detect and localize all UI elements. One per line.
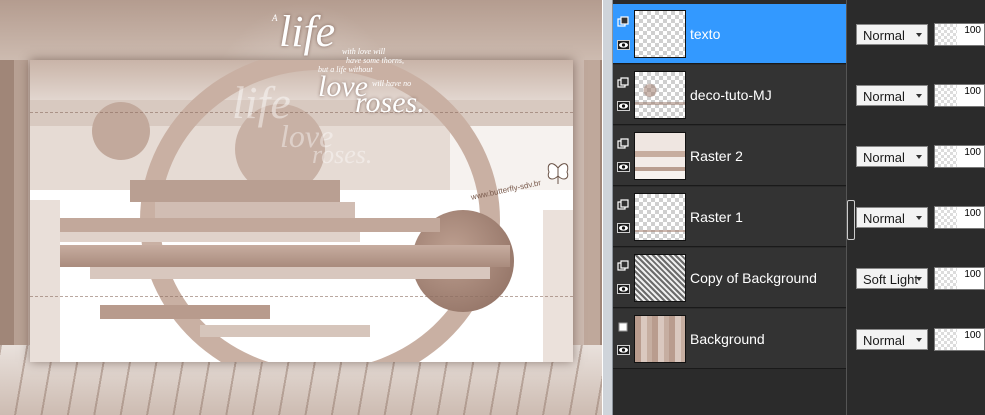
watermark-thorns: have some thorns, [346,56,404,65]
raster-layer-icon [617,260,629,271]
opacity-slider[interactable]: 100 [934,206,985,229]
layer-row[interactable]: Copy of Background [613,248,846,308]
blend-mode-dropdown[interactable]: Normal [856,146,928,167]
opacity-value: 100 [964,330,981,341]
opacity-slider[interactable]: 100 [934,23,985,46]
dotted-line [30,112,573,113]
opacity-value: 100 [964,208,981,219]
raster-layer-icon [617,77,629,88]
opacity-value: 100 [964,269,981,280]
eye-icon[interactable] [617,345,630,355]
layer-name: Raster 1 [690,209,743,225]
stripe [30,200,60,362]
blend-mode-dropdown[interactable]: Soft Light [856,268,928,289]
blend-mode-value: Normal [863,211,905,226]
thumbnail-content [635,133,685,179]
blend-mode-value: Soft Light [863,272,918,287]
layer-row[interactable]: texto [613,4,846,64]
layer-thumbnail[interactable] [634,10,686,58]
layer-thumbnail[interactable] [634,254,686,302]
blend-mode-value: Normal [863,333,905,348]
eye-icon[interactable] [617,284,630,294]
raster-layer-icon [617,16,629,27]
background-layer-icon [618,322,628,332]
watermark-a: A [272,13,278,23]
blend-mode-dropdown[interactable]: Normal [856,329,928,350]
raster-layer-icon [617,138,629,149]
layer-name: texto [690,26,721,42]
stripe [543,210,573,362]
blend-mode-value: Normal [863,150,905,165]
opacity-slider[interactable]: 100 [934,145,985,168]
layers-panel: texto deco-tuto-MJ Raster 2 Raster 1 Copy of… [613,0,985,415]
blend-mode-value: Normal [863,28,905,43]
eye-icon[interactable] [617,40,630,50]
thumbnail-content [635,194,685,240]
stripe [60,232,360,242]
chevron-down-icon [916,33,922,37]
chevron-down-icon [916,216,922,220]
image-canvas[interactable]: life love roses. A life with love will h… [0,0,602,415]
layer-name: Background [690,331,765,347]
image-frame [30,60,573,362]
blend-mode-dropdown[interactable]: Normal [856,24,928,45]
layer-thumbnail[interactable] [634,315,686,363]
chevron-down-icon [916,338,922,342]
chevron-down-icon [916,155,922,159]
stripe [100,305,270,319]
butterfly-logo [547,163,569,184]
blend-mode-value: Normal [863,89,905,104]
thumbnail-content [635,316,685,362]
layer-row[interactable]: deco-tuto-MJ [613,65,846,125]
panel-splitter[interactable] [602,0,613,415]
opacity-value: 100 [964,86,981,97]
circle-small [92,102,150,160]
blend-mode-dropdown[interactable]: Normal [856,85,928,106]
stripe [200,325,370,337]
opacity-slider[interactable]: 100 [934,328,985,351]
eye-icon[interactable] [617,101,630,111]
stripe [130,180,340,202]
dotted-line [30,296,573,297]
opacity-slider[interactable]: 100 [934,267,985,290]
layer-row[interactable]: Raster 1 [613,187,846,247]
thumbnail-content [635,72,685,118]
stripe [155,202,355,218]
chevron-down-icon [916,94,922,98]
watermark-life: life [279,7,336,56]
opacity-value: 100 [964,147,981,158]
layer-thumbnail[interactable] [634,132,686,180]
layer-row[interactable]: Background [613,309,846,369]
layer-thumbnail[interactable] [634,193,686,241]
thumbnail-content [635,255,685,301]
stripe [90,267,490,279]
eye-icon[interactable] [617,223,630,233]
opacity-slider[interactable]: 100 [934,84,985,107]
watermark-with-love: with love will [342,47,386,56]
layer-thumbnail[interactable] [634,71,686,119]
layer-row[interactable]: Raster 2 [613,126,846,186]
panel-resize-handle[interactable] [847,200,855,240]
layer-name: Copy of Background [690,270,817,286]
eye-icon[interactable] [617,162,630,172]
layer-name: deco-tuto-MJ [690,87,772,103]
layer-name: Raster 2 [690,148,743,164]
raster-layer-icon [617,199,629,210]
watermark-ghost-roses: roses. [312,140,373,169]
blend-mode-dropdown[interactable]: Normal [856,207,928,228]
watermark-roses: roses. [355,86,425,119]
stripe [60,245,510,267]
chevron-down-icon [916,277,922,281]
opacity-value: 100 [964,25,981,36]
stripe [60,218,440,232]
